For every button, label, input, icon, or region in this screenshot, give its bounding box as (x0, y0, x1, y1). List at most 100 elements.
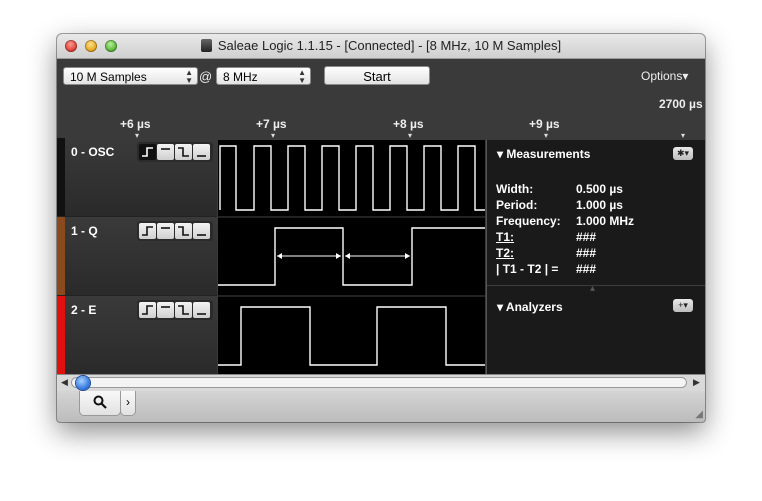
tick-mark-icon: ▾ (681, 131, 686, 140)
falling-edge-trigger-button[interactable] (175, 144, 192, 160)
at-label: @ (199, 69, 213, 84)
gear-icon: ✱▾ (676, 148, 690, 158)
channel-color-bar (57, 217, 65, 295)
high-level-icon (161, 148, 170, 150)
high-level-trigger-button[interactable] (157, 302, 174, 318)
measurement-value: 0.500 µs (576, 182, 623, 196)
measurement-label: Width: (496, 182, 534, 196)
scroll-right-arrow-icon[interactable]: ▶ (693, 377, 700, 388)
plus-icon: +▾ (678, 300, 688, 310)
samples-select[interactable]: 10 M Samples ▲ ▼ (63, 67, 198, 85)
scroll-track[interactable] (71, 377, 687, 388)
channel-label: 0 - OSC (71, 145, 115, 159)
measurement-value: 1.000 MHz (576, 214, 635, 228)
channel-row-osc[interactable]: 0 - OSC (57, 138, 217, 217)
falling-edge-trigger-button[interactable] (175, 302, 192, 318)
time-tick-label: +8 µs (393, 117, 424, 131)
rising-edge-icon (142, 147, 153, 157)
falling-edge-icon (178, 147, 189, 157)
low-level-trigger-button[interactable] (193, 302, 210, 318)
rising-edge-trigger-button[interactable] (139, 144, 156, 160)
low-level-icon (197, 234, 206, 236)
title-bar[interactable]: Saleae Logic 1.1.15 - [Connected] - [8 M… (57, 34, 705, 59)
absolute-time-label: 2700 µs (659, 97, 703, 111)
tick-mark-icon: ▾ (408, 131, 413, 140)
falling-edge-icon (178, 226, 189, 236)
add-analyzer-button[interactable]: +▾ (673, 299, 693, 312)
t1-link[interactable]: T1: (496, 230, 514, 244)
start-button[interactable]: Start (324, 66, 430, 85)
trigger-buttons (137, 142, 213, 162)
low-level-trigger-button[interactable] (193, 144, 210, 160)
options-menu[interactable]: Options▾ (641, 69, 688, 83)
measurement-value: 1.000 µs (576, 198, 623, 212)
trigger-buttons (137, 221, 213, 241)
time-tick-label: +7 µs (256, 117, 287, 131)
measurements-title: Measurements (506, 147, 591, 161)
scroll-left-arrow-icon[interactable]: ◀ (61, 377, 68, 388)
time-tick-label: +6 µs (120, 117, 151, 131)
app-icon (200, 39, 212, 52)
high-level-icon (161, 306, 170, 308)
high-level-icon (161, 227, 170, 229)
measurement-value: ### (576, 262, 597, 276)
side-panel: ▾ Measurements ✱▾ Width: 0.500 µs Period… (486, 140, 705, 374)
channel-color-bar (57, 296, 65, 374)
analyzers-header[interactable]: ▾ Analyzers (497, 300, 563, 314)
horizontal-scrollbar[interactable]: ◀ ▶ (57, 374, 705, 391)
search-tab[interactable] (79, 391, 121, 416)
trigger-buttons (137, 300, 213, 320)
measurement-label: Frequency: (496, 214, 561, 228)
samples-select-value: 10 M Samples (70, 70, 147, 84)
width-measure-marker (277, 253, 341, 259)
channel-row-e[interactable]: 2 - E (57, 296, 217, 375)
tick-mark-icon: ▾ (544, 131, 549, 140)
falling-edge-icon (178, 305, 189, 315)
falling-edge-trigger-button[interactable] (175, 223, 192, 239)
rising-edge-trigger-button[interactable] (139, 302, 156, 318)
app-window: Saleae Logic 1.1.15 - [Connected] - [8 M… (57, 34, 705, 422)
tick-mark-icon: ▾ (271, 131, 276, 140)
select-arrows-icon: ▲ ▼ (298, 68, 306, 85)
period-measure-marker (345, 253, 410, 259)
window-title-wrap: Saleae Logic 1.1.15 - [Connected] - [8 M… (57, 38, 705, 53)
time-tick-label: +9 µs (529, 117, 560, 131)
low-level-icon (197, 313, 206, 315)
select-arrows-icon: ▲ ▼ (185, 68, 193, 85)
rising-edge-icon (142, 226, 153, 236)
sample-rate-select-value: 8 MHz (223, 70, 258, 84)
chevron-right-icon: › (126, 395, 130, 409)
measurement-label: Period: (496, 198, 538, 212)
scroll-thumb[interactable] (76, 376, 90, 390)
measurement-value: ### (576, 246, 597, 260)
channel-label: 1 - Q (71, 224, 98, 238)
low-level-trigger-button[interactable] (193, 223, 210, 239)
osc-waveform (219, 145, 485, 211)
resize-grip-icon[interactable]: ◢ (695, 409, 703, 420)
channel-color-bar (57, 138, 65, 216)
bottom-tab-bar: › ◢ (57, 391, 705, 422)
high-level-trigger-button[interactable] (157, 144, 174, 160)
window-title: Saleae Logic 1.1.15 - [Connected] - [8 M… (217, 38, 562, 53)
analyzers-title: Analyzers (505, 300, 563, 314)
channel-row-q[interactable]: 1 - Q (57, 217, 217, 296)
magnifier-icon (93, 395, 107, 409)
sample-rate-select[interactable]: 8 MHz ▲ ▼ (216, 67, 311, 85)
measurement-value: ### (576, 230, 597, 244)
splitter-handle-icon[interactable]: ▴ (590, 283, 595, 294)
t2-link[interactable]: T2: (496, 246, 514, 260)
rising-edge-trigger-button[interactable] (139, 223, 156, 239)
waveform-canvas (218, 145, 485, 366)
panel-divider (487, 285, 705, 286)
next-tab-button[interactable]: › (120, 391, 136, 416)
measurements-settings-button[interactable]: ✱▾ (673, 147, 693, 160)
toolbar: 10 M Samples ▲ ▼ @ 8 MHz ▲ ▼ Start Options… (57, 59, 705, 140)
e-waveform (218, 306, 485, 366)
measurement-label: | T1 - T2 | = (496, 262, 559, 276)
low-level-icon (197, 155, 206, 157)
measurements-header[interactable]: ▾ Measurements (497, 147, 590, 161)
channel-label: 2 - E (71, 303, 97, 317)
waveform-area[interactable] (218, 140, 485, 374)
rising-edge-icon (142, 305, 153, 315)
high-level-trigger-button[interactable] (157, 223, 174, 239)
